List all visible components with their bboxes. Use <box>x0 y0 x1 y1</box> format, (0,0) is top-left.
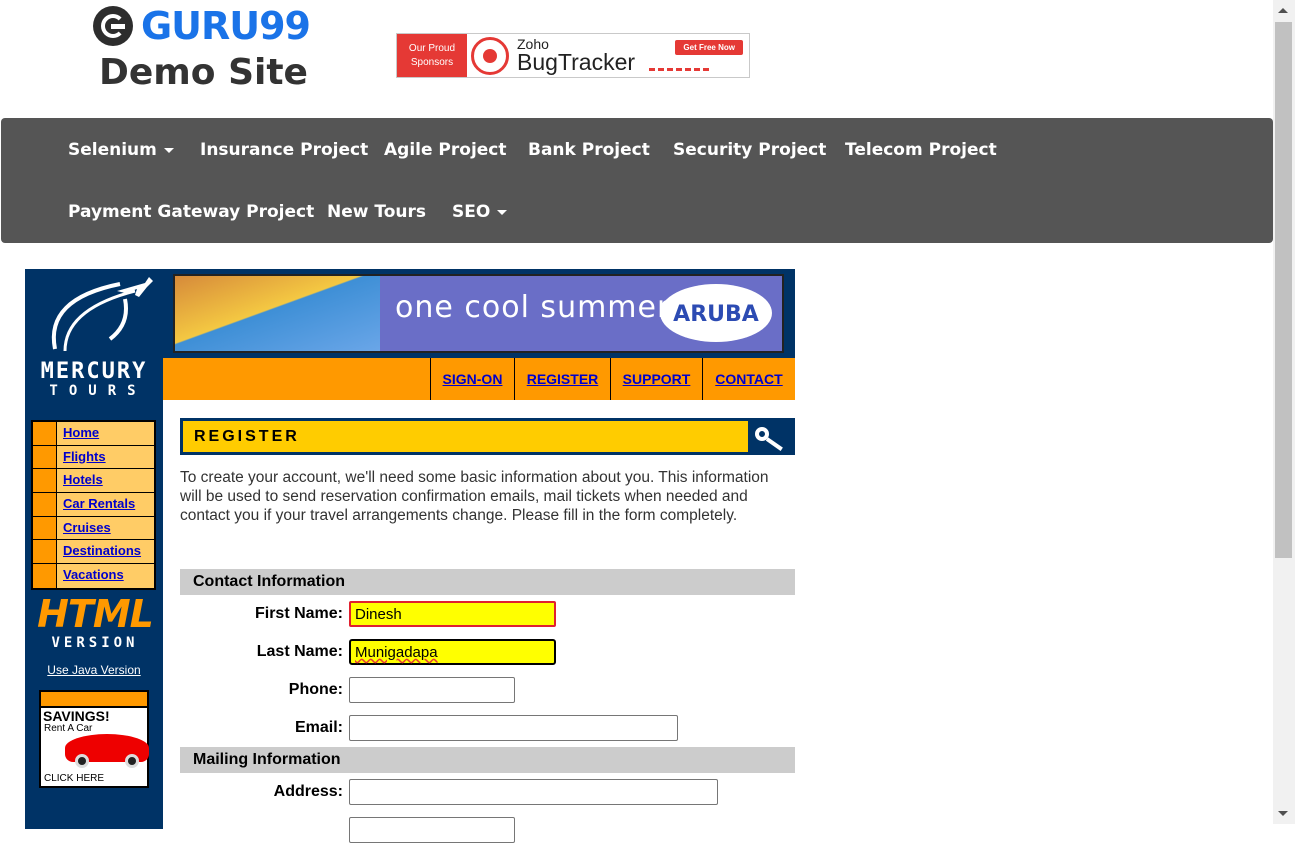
phone-label: Phone: <box>288 681 343 698</box>
email-input[interactable] <box>349 715 678 741</box>
nav-telecom-project[interactable]: Telecom Project <box>845 140 997 160</box>
summer-banner[interactable]: one cool summer ARUBA <box>163 269 795 358</box>
scroll-thumb[interactable] <box>1275 22 1292 558</box>
register-link[interactable]: REGISTER <box>514 358 610 400</box>
nav-selenium-label: Selenium <box>68 140 157 160</box>
last-name-value: Munigadapa <box>355 644 438 661</box>
scroll-up-icon[interactable] <box>1278 8 1288 13</box>
sponsor-brand-large: BugTracker <box>517 49 636 75</box>
address-input[interactable] <box>349 779 718 805</box>
mercury-top-nav: SIGN-ON REGISTER SUPPORT CONTACT <box>163 358 795 400</box>
contact-information-header: Contact Information <box>180 569 795 595</box>
savings-ad[interactable]: SAVINGS! Rent A Car CLICK HERE <box>39 690 149 788</box>
side-link-flights[interactable]: Flights <box>57 445 154 469</box>
side-link-cruises[interactable]: Cruises <box>57 516 154 540</box>
dashed-arrow-icon <box>649 68 709 71</box>
nav-selenium[interactable]: Selenium <box>68 140 174 160</box>
guru99-logo-icon <box>93 6 133 46</box>
banner-text: one cool summer <box>395 290 671 325</box>
key-icon <box>755 427 769 441</box>
first-name-label: First Name: <box>254 605 343 622</box>
bug-icon <box>471 36 509 75</box>
side-link-hotels[interactable]: Hotels <box>57 469 154 493</box>
caret-down-icon <box>497 209 508 215</box>
register-title: REGISTER <box>194 428 300 445</box>
side-link-home[interactable]: Home <box>57 422 154 445</box>
mercury-sidebar: MERCURY TOURS Home Flights Hotels Car Re… <box>25 269 163 829</box>
key-icon-box <box>748 421 792 452</box>
nav-security-project[interactable]: Security Project <box>673 140 826 160</box>
html-version-sub: VERSION <box>51 635 139 651</box>
sign-on-link[interactable]: SIGN-ON <box>430 358 514 400</box>
mercury-tours-logo[interactable]: MERCURY TOURS <box>25 269 163 404</box>
wheel-icon <box>75 754 89 768</box>
side-link-car-rentals[interactable]: Car Rentals <box>57 493 154 516</box>
wheel-icon <box>125 754 139 768</box>
email-label: Email: <box>294 719 343 736</box>
register-intro: To create your account, we'll need some … <box>180 469 769 524</box>
side-link-vacations[interactable]: Vacations <box>57 564 154 588</box>
main-navbar: Selenium Insurance Project Agile Project… <box>1 118 1273 243</box>
address-line2-input[interactable] <box>349 817 515 843</box>
nav-payment-gateway-project[interactable]: Payment Gateway Project <box>68 202 314 222</box>
aruba-logo: ARUBA <box>660 284 772 342</box>
scroll-down-icon[interactable] <box>1278 811 1288 816</box>
last-name-input[interactable]: Munigadapa <box>349 639 556 665</box>
nav-seo[interactable]: SEO <box>452 202 508 222</box>
phone-input[interactable] <box>349 677 515 703</box>
nav-bank-project[interactable]: Bank Project <box>528 140 650 160</box>
savings-subtitle: Rent A Car <box>44 723 93 734</box>
support-link[interactable]: SUPPORT <box>610 358 702 400</box>
banner-photo <box>175 276 380 351</box>
savings-cta: CLICK HERE <box>44 773 105 784</box>
sponsor-cta-button[interactable]: Get Free Now <box>675 40 743 55</box>
nav-agile-project[interactable]: Agile Project <box>384 140 507 160</box>
side-link-destinations[interactable]: Destinations <box>57 540 154 564</box>
page-scrollbar[interactable] <box>1273 0 1295 824</box>
nav-seo-label: SEO <box>452 202 491 222</box>
first-name-input[interactable] <box>349 601 556 627</box>
logo-text: GURU99 <box>140 4 311 48</box>
sponsor-label-line2: Sponsors <box>410 56 454 68</box>
last-name-label: Last Name: <box>256 643 343 660</box>
nav-insurance-project[interactable]: Insurance Project <box>200 140 368 160</box>
html-version-title: HTML <box>37 592 154 636</box>
html-version-badge: HTML VERSION <box>37 592 154 651</box>
mercury-logo-sub: TOURS <box>49 383 147 399</box>
side-nav: Home Flights Hotels Car Rentals Cruises … <box>31 420 156 590</box>
site-subtitle: Demo Site <box>99 52 308 93</box>
nav-new-tours[interactable]: New Tours <box>327 202 426 222</box>
savings-title: SAVINGS! <box>43 708 110 724</box>
caret-down-icon <box>163 147 174 153</box>
use-java-version-link[interactable]: Use Java Version <box>25 663 163 677</box>
site-logo[interactable]: GURU99 Demo Site <box>90 4 311 93</box>
sponsor-label: Our Proud Sponsors <box>397 34 467 77</box>
mercury-logo-title: MERCURY <box>40 359 148 384</box>
register-header: REGISTER <box>180 418 795 455</box>
sponsor-banner[interactable]: Our Proud Sponsors Zoho BugTracker Get F… <box>396 33 750 78</box>
contact-link[interactable]: CONTACT <box>702 358 795 400</box>
mailing-information-header: Mailing Information <box>180 747 795 773</box>
address-label: Address: <box>273 783 343 800</box>
airplane-logo-icon <box>51 277 153 352</box>
sponsor-label-line1: Our Proud <box>408 42 456 54</box>
